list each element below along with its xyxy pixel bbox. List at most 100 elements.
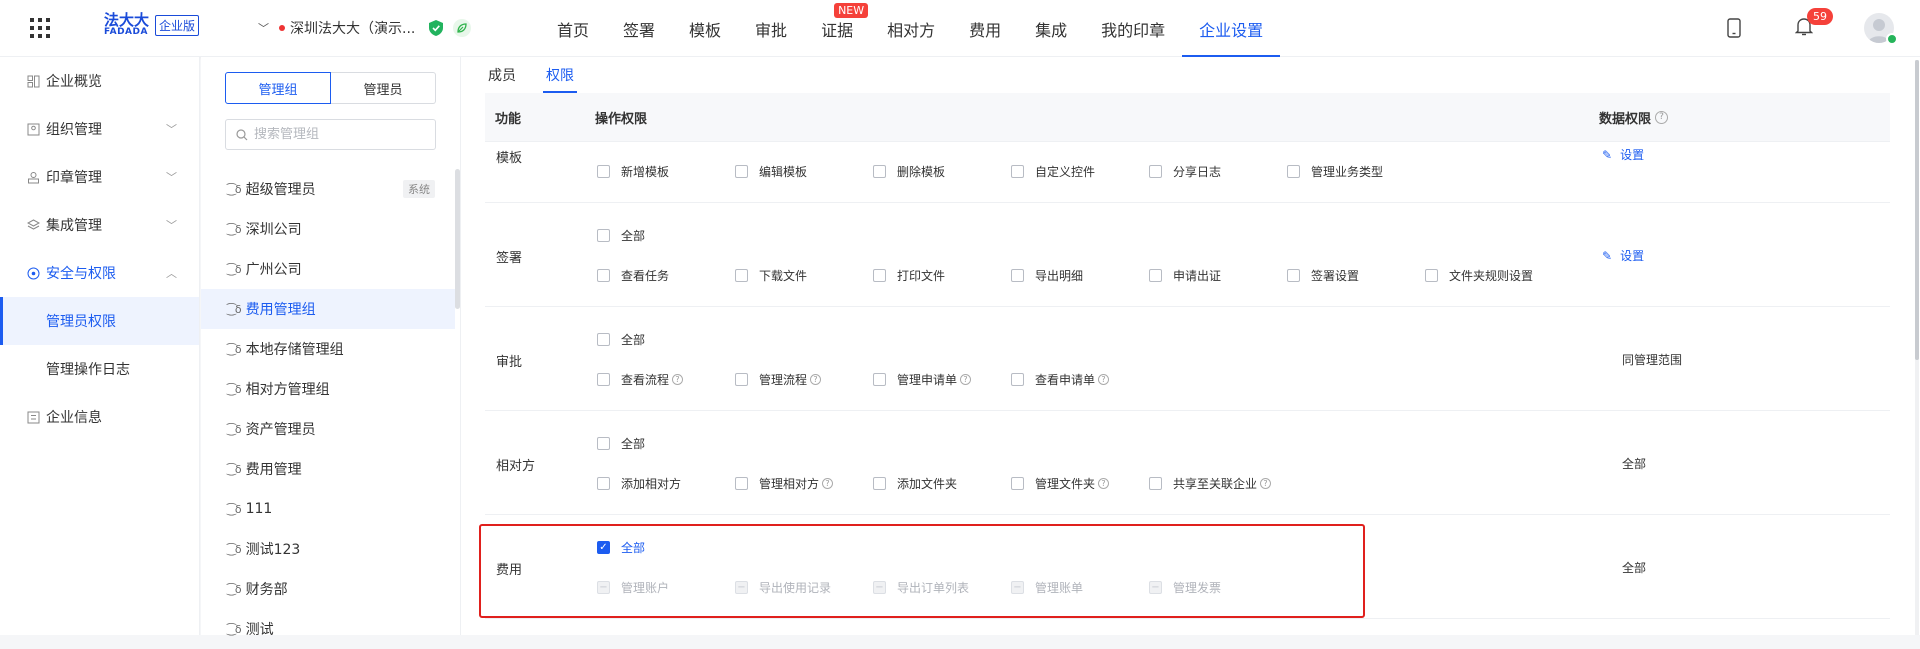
checkbox-view-task[interactable]: 查看任务 — [597, 267, 735, 284]
sidebar-subitem-admin-log[interactable]: 管理操作日志 — [0, 345, 199, 393]
checkbox-export-orders[interactable]: − 导出订单列表 — [873, 579, 1011, 596]
checkbox-manage-biz-type[interactable]: 管理业务类型 — [1287, 163, 1425, 180]
list-item[interactable]: ⁐δ 相对方管理组 — [201, 369, 455, 409]
checkbox-manage-request[interactable]: 管理申请单? — [873, 371, 1011, 388]
apps-grid-icon[interactable] — [30, 18, 50, 38]
checkbox-approval-all[interactable]: 全部 — [597, 331, 735, 348]
list-item[interactable]: ⁐δ 深圳公司 — [201, 209, 455, 249]
list-item[interactable]: ⁐δ 超级管理员 系统 — [201, 169, 455, 209]
page-scrollbar[interactable] — [1915, 60, 1919, 635]
sign-data-set-link[interactable]: ✎ 设置 — [1602, 247, 1644, 264]
sidebar-item-security[interactable]: 安全与权限 ︿ — [0, 249, 199, 297]
row-name: 相对方 — [496, 459, 536, 474]
checkbox-download-file[interactable]: 下载文件 — [735, 267, 873, 284]
sidebar-item-org[interactable]: 组织管理 ﹀ — [0, 105, 199, 153]
integration-icon — [26, 218, 40, 232]
main-content: 成员 权限 功能 操作权限 数据权限? 模板 新增模板 编辑模板 删除模板 自定… — [461, 57, 1920, 635]
checkbox-view-flow[interactable]: 查看流程? — [597, 371, 735, 388]
checkbox-manage-account[interactable]: − 管理账户 — [597, 579, 735, 596]
nav-my-seals[interactable]: 我的印章 — [1084, 0, 1182, 57]
checkbox-manage-invoices[interactable]: − 管理发票 — [1149, 579, 1287, 596]
group-icon: ⁐δ — [227, 382, 242, 396]
checkbox-manage-flow[interactable]: 管理流程? — [735, 371, 873, 388]
sidebar-item-integration[interactable]: 集成管理 ﹀ — [0, 201, 199, 249]
list-item[interactable]: ⁐δ 111 — [201, 489, 455, 529]
list-item[interactable]: ⁐δ 财务部 — [201, 569, 455, 609]
help-icon[interactable]: ? — [1098, 374, 1110, 385]
checkbox-print-file[interactable]: 打印文件 — [873, 267, 1011, 284]
list-item[interactable]: ⁐δ 测试123 — [201, 529, 455, 569]
approval-data-scope: 同管理范围 — [1622, 353, 1683, 367]
sidebar-item-overview[interactable]: 企业概览 — [0, 57, 199, 105]
company-name: 深圳法大大（演示... — [290, 21, 416, 37]
group-icon: ⁐δ — [227, 582, 242, 596]
group-admin-switch: 管理组 管理员 — [225, 72, 436, 104]
info-icon — [26, 410, 40, 424]
org-icon — [26, 122, 40, 136]
help-icon[interactable]: ? — [960, 374, 972, 385]
group-list-scrollbar[interactable] — [455, 169, 460, 309]
nav-home[interactable]: 首页 — [540, 0, 606, 57]
template-data-set-link[interactable]: ✎ 设置 — [1602, 146, 1644, 163]
sidebar-subitem-admin-permission[interactable]: 管理员权限 — [0, 297, 199, 345]
list-item[interactable]: ⁐δ 费用管理 — [201, 449, 455, 489]
help-icon[interactable]: ? — [1098, 478, 1110, 489]
mobile-phone-icon[interactable] — [1727, 18, 1741, 38]
checkbox-add-folder[interactable]: 添加文件夹 — [873, 475, 1011, 492]
nav-template[interactable]: 模板 — [672, 0, 738, 57]
help-icon[interactable]: ? — [1260, 478, 1272, 489]
checkbox-export-detail[interactable]: 导出明细 — [1011, 267, 1149, 284]
company-switcher[interactable]: ﹀ 深圳法大大（演示... — [258, 18, 472, 38]
nav-integration[interactable]: 集成 — [1018, 0, 1084, 57]
checkbox-manage-folder[interactable]: 管理文件夹? — [1011, 475, 1149, 492]
checkbox-custom-control[interactable]: 自定义控件 — [1011, 163, 1149, 180]
group-icon: ⁐δ — [227, 622, 242, 636]
group-list: ⁐δ 超级管理员 系统 ⁐δ 深圳公司 ⁐δ 广州公司 ⁐δ 费用管理组 ⁐δ 本地存储管理… — [201, 169, 455, 649]
status-dot — [279, 25, 285, 31]
checkbox-folder-rules[interactable]: 文件夹规则设置 — [1425, 267, 1563, 284]
list-item[interactable]: ⁐δ 广州公司 — [201, 249, 455, 289]
checkbox-edit-template[interactable]: 编辑模板 — [735, 163, 873, 180]
checkbox-view-request[interactable]: 查看申请单? — [1011, 371, 1149, 388]
nav-approval[interactable]: 审批 — [738, 0, 804, 57]
help-icon[interactable]: ? — [1655, 110, 1669, 124]
help-icon[interactable]: ? — [822, 478, 834, 489]
checkbox-fee-all[interactable]: ✓ 全部 — [597, 539, 735, 556]
checkbox-export-usage[interactable]: − 导出使用记录 — [735, 579, 873, 596]
checkbox-manage-bills[interactable]: − 管理账单 — [1011, 579, 1149, 596]
top-header: 法大大 FADADA 企业版 ﹀ 深圳法大大（演示... 首页 签署 模板 审批… — [0, 0, 1920, 57]
checkbox-sign-all[interactable]: 全部 — [597, 227, 735, 244]
checkbox-sign-settings[interactable]: 签署设置 — [1287, 267, 1425, 284]
checkbox-apply-cert[interactable]: 申请出证 — [1149, 267, 1287, 284]
permission-table: 功能 操作权限 数据权限? 模板 新增模板 编辑模板 删除模板 自定义控件 分享… — [485, 93, 1890, 619]
list-item[interactable]: ⁐δ 测试 — [201, 609, 455, 649]
eco-leaf-icon — [453, 19, 472, 37]
tab-admin-groups[interactable]: 管理组 — [225, 72, 331, 104]
col-func: 功能 — [495, 111, 522, 127]
list-item[interactable]: ⁐δ 本地存储管理组 — [201, 329, 455, 369]
checkbox-share-log[interactable]: 分享日志 — [1149, 163, 1287, 180]
help-icon[interactable]: ? — [810, 374, 822, 385]
nav-fee[interactable]: 费用 — [952, 0, 1018, 57]
tab-permissions[interactable]: 权限 — [543, 57, 577, 93]
tab-admins[interactable]: 管理员 — [331, 72, 436, 104]
sidebar-item-seal[interactable]: 印章管理 ﹀ — [0, 153, 199, 201]
tab-members[interactable]: 成员 — [485, 57, 519, 93]
nav-evidence[interactable]: 证据 NEW — [804, 0, 870, 57]
checkbox-add-counterparty[interactable]: 添加相对方 — [597, 475, 735, 492]
nav-enterprise-settings[interactable]: 企业设置 — [1182, 0, 1281, 57]
search-input[interactable] — [254, 127, 424, 142]
list-item[interactable]: ⁐δ 资产管理员 — [201, 409, 455, 449]
checkbox-manage-counterparty[interactable]: 管理相对方? — [735, 475, 873, 492]
checkbox-add-template[interactable]: 新增模板 — [597, 163, 735, 180]
nav-sign[interactable]: 签署 — [606, 0, 672, 57]
checkbox-counterparty-all[interactable]: 全部 — [597, 435, 735, 452]
checkbox-delete-template[interactable]: 删除模板 — [873, 163, 1011, 180]
list-item[interactable]: ⁐δ 费用管理组 — [201, 289, 455, 329]
logo[interactable]: 法大大 FADADA 企业版 — [104, 13, 200, 37]
help-icon[interactable]: ? — [672, 374, 684, 385]
checkbox-share-to-affiliate[interactable]: 共享至关联企业? — [1149, 475, 1287, 492]
sidebar-item-enterprise-info[interactable]: 企业信息 — [0, 393, 199, 441]
counterparty-data-scope: 全部 — [1622, 457, 1647, 471]
nav-counterparty[interactable]: 相对方 — [870, 0, 952, 57]
